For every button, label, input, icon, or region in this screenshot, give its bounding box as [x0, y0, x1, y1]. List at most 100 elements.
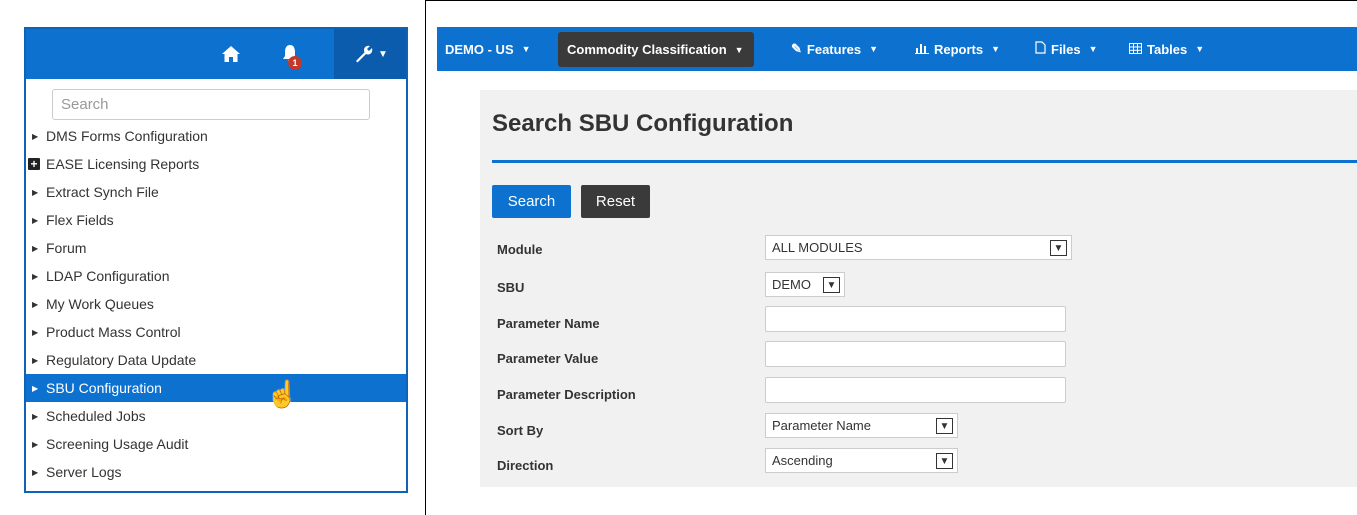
- parameter-description-input[interactable]: [765, 377, 1066, 403]
- nav-tables-label: Tables: [1147, 41, 1188, 57]
- search-form-area: Search SBU Configuration Search Reset Mo…: [480, 90, 1357, 487]
- chevron-down-icon: ▼: [823, 277, 840, 293]
- caret-right-icon: ▶: [32, 215, 39, 225]
- nav-demo-label: DEMO - US: [445, 41, 514, 57]
- sidebar-search-input[interactable]: [52, 89, 370, 120]
- chevron-down-icon: ▼: [1088, 44, 1098, 54]
- caret-right-icon: ▶: [32, 131, 39, 141]
- nav-tables-dropdown[interactable]: Tables ▼: [1129, 27, 1204, 71]
- caret-right-icon: ▶: [32, 187, 39, 197]
- parameter-value-input[interactable]: [765, 341, 1066, 367]
- menu-item-product-mass-control[interactable]: ▶ Product Mass Control: [26, 318, 406, 346]
- menu-item-scheduled-jobs[interactable]: ▶ Scheduled Jobs: [26, 402, 406, 430]
- chevron-down-icon: ▼: [869, 44, 879, 54]
- menu-item-label: Regulatory Data Update: [46, 352, 197, 368]
- wrench-icon[interactable]: ▼: [334, 29, 406, 79]
- direction-select[interactable]: Ascending ▼: [765, 448, 958, 473]
- screenshot: 1 ▼ ▶ DMS Forms Configuration + EASE Licen…: [0, 0, 1357, 515]
- menu-item-label: Forum: [46, 240, 87, 256]
- menu-item-label: Screening Usage Audit: [46, 436, 189, 452]
- menu-item-label: EASE Licensing Reports: [46, 156, 200, 172]
- module-select[interactable]: ALL MODULES ▼: [765, 235, 1072, 260]
- nav-demo-us-dropdown[interactable]: DEMO - US ▼: [445, 27, 531, 71]
- caret-right-icon: ▶: [32, 271, 39, 281]
- page-title: Search SBU Configuration: [492, 110, 794, 137]
- menu-item-regulatory-data-update[interactable]: ▶ Regulatory Data Update: [26, 346, 406, 374]
- module-select-value: ALL MODULES: [772, 240, 863, 255]
- module-label: Module: [497, 242, 543, 257]
- bar-chart-icon: [915, 42, 929, 57]
- frame-divider-top: [426, 0, 1357, 1]
- menu-item-label: Server Logs: [46, 464, 122, 480]
- caret-right-icon: ▶: [32, 243, 39, 253]
- menu-item-label: SBU Configuration: [46, 380, 162, 396]
- direction-label: Direction: [497, 458, 554, 473]
- notifications-bell-icon[interactable]: 1: [270, 29, 310, 79]
- notification-count-badge: 1: [288, 56, 302, 70]
- sort-by-select[interactable]: Parameter Name ▼: [765, 413, 958, 438]
- menu-item-label: Product Mass Control: [46, 324, 181, 340]
- menu-item-sbu-configuration[interactable]: ▶ SBU Configuration ☝: [26, 374, 406, 409]
- title-divider: [492, 160, 1357, 163]
- nav-commodity-label: Commodity Classification: [567, 42, 727, 57]
- caret-right-icon: ▶: [32, 383, 39, 393]
- home-icon[interactable]: [216, 29, 246, 79]
- sidebar-topbar: 1 ▼: [26, 29, 406, 79]
- nav-features-dropdown[interactable]: ✎ Features ▼: [791, 27, 878, 71]
- menu-item-ldap-configuration[interactable]: ▶ LDAP Configuration: [26, 262, 406, 290]
- reset-button[interactable]: Reset: [581, 185, 650, 218]
- sbu-select[interactable]: DEMO ▼: [765, 272, 845, 297]
- chevron-down-icon: ▼: [378, 48, 388, 60]
- parameter-description-label: Parameter Description: [497, 387, 636, 402]
- caret-right-icon: ▶: [32, 299, 39, 309]
- nav-features-label: Features: [806, 41, 862, 57]
- menu-item-label: LDAP Configuration: [46, 268, 170, 284]
- sbu-configuration-window: DEMO - US ▼ Commodity Classification ▼ ✎ Fe…: [437, 27, 1357, 487]
- admin-sidebar-panel: 1 ▼ ▶ DMS Forms Configuration + EASE Licen…: [24, 27, 408, 493]
- top-navigation-bar: DEMO - US ▼ Commodity Classification ▼ ✎ Fe…: [437, 27, 1357, 71]
- parameter-name-label: Parameter Name: [497, 316, 600, 331]
- menu-item-screening-usage-audit[interactable]: ▶ Screening Usage Audit: [26, 430, 406, 458]
- menu-item-server-logs[interactable]: ▶ Server Logs: [26, 458, 406, 486]
- chevron-down-icon: ▼: [734, 44, 744, 55]
- admin-menu-list: ▶ DMS Forms Configuration + EASE Licensing…: [26, 122, 406, 486]
- search-button[interactable]: Search: [492, 185, 571, 218]
- nav-commodity-classification-dropdown[interactable]: Commodity Classification ▼: [558, 32, 754, 67]
- chevron-down-icon: ▼: [1050, 240, 1067, 256]
- nav-reports-label: Reports: [934, 41, 984, 57]
- nav-reports-dropdown[interactable]: Reports ▼: [915, 27, 1000, 71]
- chevron-down-icon: ▼: [521, 44, 531, 54]
- caret-right-icon: ▶: [32, 439, 39, 449]
- chevron-down-icon: ▼: [936, 418, 953, 434]
- menu-item-ease-licensing-reports[interactable]: + EASE Licensing Reports: [26, 150, 406, 178]
- menu-item-flex-fields[interactable]: ▶ Flex Fields: [26, 206, 406, 234]
- sbu-label: SBU: [497, 280, 525, 295]
- menu-item-label: DMS Forms Configuration: [46, 128, 208, 144]
- sort-by-select-value: Parameter Name: [772, 418, 871, 433]
- menu-item-label: Scheduled Jobs: [46, 408, 146, 424]
- file-icon: [1035, 41, 1046, 57]
- sort-by-label: Sort By: [497, 423, 544, 438]
- chevron-down-icon: ▼: [936, 453, 953, 469]
- caret-right-icon: ▶: [32, 355, 39, 365]
- menu-item-label: My Work Queues: [46, 296, 154, 312]
- menu-item-dms-forms-configuration[interactable]: ▶ DMS Forms Configuration: [26, 122, 406, 150]
- sbu-select-value: DEMO: [772, 277, 811, 292]
- menu-item-my-work-queues[interactable]: ▶ My Work Queues: [26, 290, 406, 318]
- chevron-down-icon: ▼: [1195, 44, 1205, 54]
- plus-square-icon: +: [28, 158, 40, 170]
- pencil-icon: ✎: [791, 41, 802, 56]
- caret-right-icon: ▶: [32, 467, 39, 477]
- menu-item-extract-synch-file[interactable]: ▶ Extract Synch File: [26, 178, 406, 206]
- menu-item-forum[interactable]: ▶ Forum: [26, 234, 406, 262]
- table-icon: [1129, 42, 1142, 57]
- menu-item-label: Extract Synch File: [46, 184, 159, 200]
- nav-files-dropdown[interactable]: Files ▼: [1035, 27, 1098, 71]
- parameter-value-label: Parameter Value: [497, 351, 599, 366]
- parameter-name-input[interactable]: [765, 306, 1066, 332]
- nav-files-label: Files: [1051, 41, 1081, 57]
- caret-right-icon: ▶: [32, 411, 39, 421]
- menu-item-label: Flex Fields: [46, 212, 114, 228]
- direction-select-value: Ascending: [772, 453, 833, 468]
- caret-right-icon: ▶: [32, 327, 39, 337]
